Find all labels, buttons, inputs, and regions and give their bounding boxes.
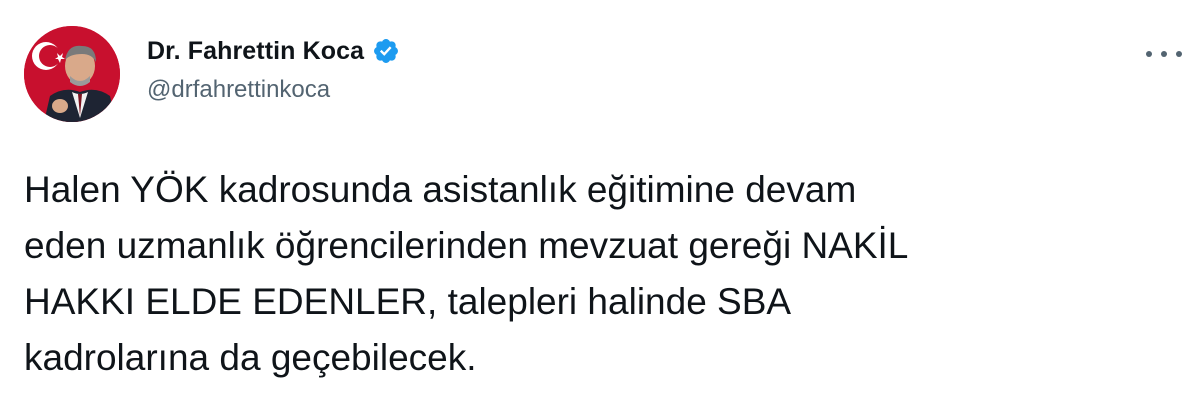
avatar[interactable] (24, 26, 120, 122)
author-handle[interactable]: @drfahrettinkoca (147, 76, 330, 104)
more-dot (1176, 51, 1182, 57)
tweet-text: Halen YÖK kadrosunda asistanlık eğitimin… (24, 169, 909, 378)
more-options-icon[interactable] (1146, 42, 1182, 66)
tweet-card: Dr. Fahrettin Koca @drfahrettinkoca Hale… (0, 0, 1200, 408)
author-name-row: Dr. Fahrettin Koca (147, 34, 400, 68)
more-dot (1161, 51, 1167, 57)
verified-badge-icon (372, 37, 400, 65)
author-display-name[interactable]: Dr. Fahrettin Koca (147, 37, 364, 66)
avatar-photo (24, 26, 120, 122)
more-dot (1146, 51, 1152, 57)
